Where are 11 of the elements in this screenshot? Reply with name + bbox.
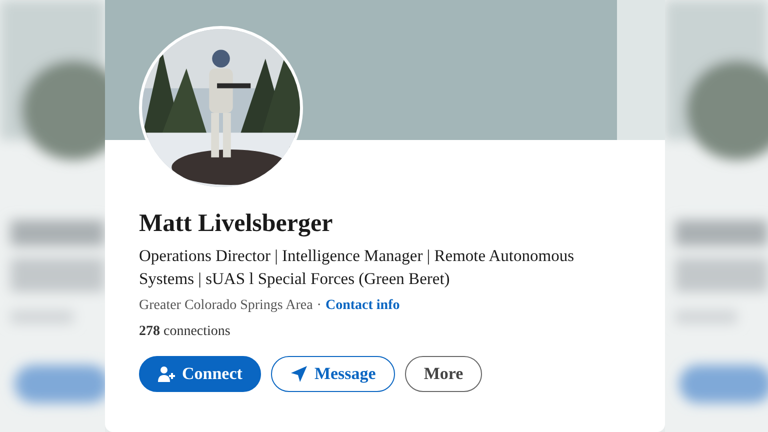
connect-button[interactable]: Connect (139, 356, 262, 392)
profile-name: Matt Livelsberger (139, 210, 334, 238)
separator-dot: · (316, 298, 322, 314)
person-plus-icon (158, 365, 176, 383)
paper-plane-icon (290, 365, 308, 383)
location-text: Greater Colorado Springs Area (139, 298, 313, 314)
contact-info-link[interactable]: Contact info (325, 298, 400, 314)
profile-headline: Operations Director | Intelligence Manager | Remote Autonomous Systems | sUAS l Special Forces (Green Beret) (139, 245, 576, 290)
more-button[interactable]: More (404, 356, 482, 392)
message-button[interactable]: Message (271, 356, 395, 392)
connections-count: 278 connections (139, 324, 232, 340)
